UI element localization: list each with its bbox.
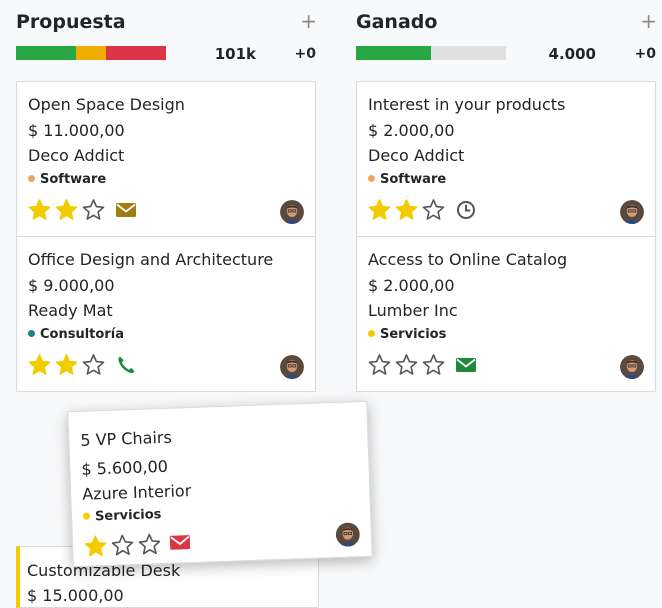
card-amount: $ 15.000,00 [27, 586, 124, 605]
priority-stars [26, 198, 107, 222]
tag-label: Software [40, 172, 107, 187]
opportunity-card[interactable]: Office Design and Architecture $ 9.000,0… [16, 236, 316, 392]
tag-color-dot [368, 330, 375, 337]
column-title[interactable]: Ganado [356, 9, 437, 35]
star-empty-icon[interactable] [109, 533, 137, 558]
card-partner: Ready Mat [28, 301, 113, 320]
card-tag: Software [28, 171, 106, 189]
card-amount: $ 11.000,00 [28, 121, 125, 140]
person-photo-icon [280, 200, 304, 224]
person-photo-icon [280, 355, 304, 379]
star-empty-icon[interactable] [80, 198, 107, 222]
progress-bar[interactable] [16, 46, 166, 60]
envelope-icon[interactable] [169, 531, 192, 554]
priority-stars [26, 353, 107, 377]
avatar[interactable] [620, 355, 644, 379]
star-filled-icon[interactable] [53, 353, 80, 377]
column-sum: 101k [214, 45, 256, 63]
add-card-button[interactable]: + [640, 9, 657, 33]
star-filled-icon[interactable] [26, 198, 53, 222]
column-header: Ganado + [356, 9, 657, 35]
avatar[interactable] [335, 522, 360, 547]
progress-bar[interactable] [356, 46, 506, 60]
progress-segment-green[interactable] [356, 46, 431, 60]
tag-color-dot [82, 512, 91, 520]
tag-label: Software [380, 172, 447, 187]
phone-icon[interactable] [115, 354, 137, 376]
star-empty-icon[interactable] [420, 198, 447, 222]
avatar[interactable] [620, 200, 644, 224]
card-amount: $ 2.000,00 [368, 121, 455, 140]
opportunity-card[interactable]: Interest in your products $ 2.000,00 Dec… [356, 81, 656, 237]
star-empty-icon[interactable] [420, 353, 447, 377]
dragged-opportunity-card[interactable]: 5 VP Chairs $ 5.600,00 Azure Interior Se… [67, 400, 373, 568]
progress-segment-green[interactable] [16, 46, 76, 60]
activity-icon[interactable] [115, 199, 137, 221]
star-filled-icon[interactable] [393, 198, 420, 222]
card-partner: Lumber Inc [368, 301, 458, 320]
tag-color-dot [28, 330, 35, 337]
tag-label: Consultoría [40, 327, 124, 342]
card-amount: $ 5.600,00 [81, 456, 169, 479]
star-empty-icon[interactable] [80, 353, 107, 377]
priority-stars [366, 198, 447, 222]
person-photo-icon [335, 522, 360, 547]
progress-segment-orange[interactable] [76, 46, 106, 60]
card-amount: $ 2.000,00 [368, 276, 455, 295]
add-card-button[interactable]: + [300, 9, 317, 33]
column-header: Propuesta + [16, 9, 317, 35]
card-title: Interest in your products [368, 95, 566, 114]
column-delta: +0 [294, 46, 316, 62]
card-title: Open Space Design [28, 95, 185, 114]
card-partner: Azure Interior [81, 481, 192, 504]
card-tag: Servicios [82, 506, 162, 527]
opportunity-card[interactable]: Open Space Design $ 11.000,00 Deco Addic… [16, 81, 316, 237]
activity-icon[interactable] [169, 531, 192, 554]
kanban-column-ganado: Ganado + 4.000 +0 Interest in your produ… [356, 0, 657, 594]
card-tag: Software [368, 171, 446, 189]
card-partner: Deco Addict [368, 146, 465, 165]
column-progress: 4.000 +0 [356, 44, 656, 64]
column-sum: 4.000 [548, 45, 596, 63]
star-empty-icon[interactable] [366, 353, 393, 377]
envelope-icon[interactable] [455, 354, 477, 376]
clock-icon[interactable] [455, 199, 477, 221]
card-title: 5 VP Chairs [80, 427, 173, 450]
priority-stars [366, 353, 447, 377]
opportunity-card[interactable]: Access to Online Catalog $ 2.000,00 Lumb… [356, 236, 656, 392]
person-photo-icon [620, 200, 644, 224]
star-empty-icon[interactable] [393, 353, 420, 377]
card-tag: Servicios [368, 326, 446, 344]
avatar[interactable] [280, 355, 304, 379]
person-photo-icon [620, 355, 644, 379]
card-tag: Consultoría [28, 326, 124, 344]
card-amount: $ 9.000,00 [28, 276, 115, 295]
activity-icon[interactable] [455, 199, 477, 221]
tag-color-dot [368, 175, 375, 182]
avatar[interactable] [280, 200, 304, 224]
priority-stars [82, 532, 164, 559]
star-filled-icon[interactable] [26, 353, 53, 377]
card-title: Access to Online Catalog [368, 250, 568, 269]
star-filled-icon[interactable] [53, 198, 80, 222]
card-title: Office Design and Architecture [28, 250, 274, 269]
column-title[interactable]: Propuesta [16, 9, 126, 35]
card-partner: Deco Addict [28, 146, 125, 165]
tag-label: Servicios [94, 507, 162, 525]
activity-icon[interactable] [455, 354, 477, 376]
envelope-icon[interactable] [115, 199, 137, 221]
column-progress: 101k +0 [16, 44, 316, 64]
star-filled-icon[interactable] [82, 534, 110, 559]
progress-segment-red[interactable] [106, 46, 166, 60]
tag-label: Servicios [380, 327, 447, 342]
activity-icon[interactable] [115, 354, 137, 376]
star-empty-icon[interactable] [136, 532, 164, 557]
star-filled-icon[interactable] [366, 198, 393, 222]
tag-color-dot [28, 175, 35, 182]
column-delta: +0 [634, 46, 656, 62]
